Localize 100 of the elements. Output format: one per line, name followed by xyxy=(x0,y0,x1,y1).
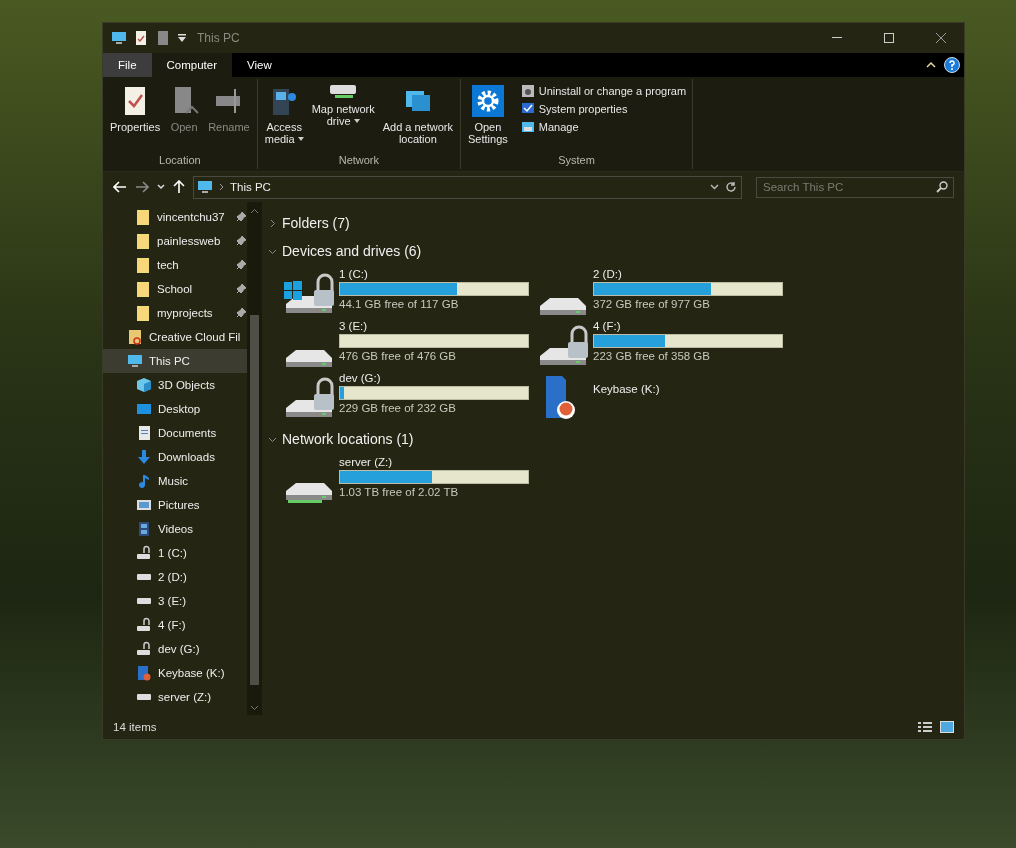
checkmark-document-icon xyxy=(133,30,149,46)
window-title: This PC xyxy=(197,31,241,45)
item-count: 14 items xyxy=(113,721,158,733)
search-field[interactable]: Search This PC xyxy=(756,176,954,198)
folder-icon xyxy=(135,233,151,249)
program-box-icon xyxy=(520,84,535,98)
locked-drive-icon xyxy=(136,617,152,633)
nav-item[interactable]: Music xyxy=(103,469,247,493)
search-icon xyxy=(936,180,948,193)
nav-item[interactable]: School xyxy=(103,277,247,301)
caret-icon xyxy=(297,137,304,141)
recent-locations-button[interactable] xyxy=(157,184,165,190)
cloud-folder-icon xyxy=(127,329,143,345)
scroll-down-icon[interactable] xyxy=(250,705,259,711)
computer-icon xyxy=(197,179,213,195)
nav-item[interactable]: Keybase (K:) xyxy=(103,661,247,685)
free-space: 372 GB free of 977 GB xyxy=(593,298,711,310)
nav-item[interactable]: 1 (C:) xyxy=(103,541,247,565)
pin-icon xyxy=(235,283,247,295)
nav-item[interactable]: 3 (E:) xyxy=(103,589,247,613)
scrollbar-thumb[interactable] xyxy=(250,314,259,685)
free-space: 44.1 GB free of 117 GB xyxy=(339,298,460,310)
computer-management-icon xyxy=(520,120,535,134)
pin-icon xyxy=(235,307,247,319)
nav-item[interactable]: server (Z:) xyxy=(103,685,247,709)
settings-icon xyxy=(471,85,504,117)
dropdown-icon xyxy=(177,33,187,43)
drive-name: Keybase (K:) xyxy=(593,383,661,395)
free-space: 229 GB free of 232 GB xyxy=(339,402,457,414)
group-label: System xyxy=(557,153,596,168)
drive-icon xyxy=(136,598,152,604)
tiles-view-button[interactable] xyxy=(940,721,954,733)
close-icon xyxy=(936,33,946,43)
pin-icon xyxy=(235,235,247,247)
nav-item[interactable]: tech xyxy=(103,253,247,277)
minimize-icon xyxy=(832,37,842,39)
nav-item[interactable]: This PC xyxy=(103,349,247,373)
nav-item[interactable]: 3D Objects xyxy=(103,373,247,397)
scroll-up-icon[interactable] xyxy=(250,208,259,214)
ribbon-button[interactable]: Properties xyxy=(107,83,164,152)
nav-item[interactable]: Desktop xyxy=(103,397,247,421)
ribbon-button[interactable]: Map network drive xyxy=(308,83,378,152)
nav-item[interactable]: Videos xyxy=(103,517,247,541)
ribbon-tab[interactable]: Computer xyxy=(151,53,233,77)
film-icon xyxy=(136,521,152,537)
refresh-icon xyxy=(725,181,737,193)
ribbon-button[interactable]: Add a network location xyxy=(379,83,456,152)
folder-icon xyxy=(135,281,151,297)
download-arrow-icon xyxy=(136,449,152,465)
locked-drive-icon xyxy=(136,641,152,657)
ribbon-button[interactable]: Open Settings xyxy=(465,83,511,152)
nav-item[interactable]: Creative Cloud Fil xyxy=(103,325,247,349)
drive-name: 1 (C:) xyxy=(339,268,369,280)
dropdown-icon xyxy=(710,184,719,190)
ribbon-menu-item[interactable]: Uninstall or change a program xyxy=(518,83,689,99)
drive-icon xyxy=(136,574,152,580)
details-view-button[interactable] xyxy=(918,721,932,733)
nav-item[interactable]: 2 (D:) xyxy=(103,565,247,589)
nav-item[interactable]: myprojects xyxy=(103,301,247,325)
nav-item[interactable]: Pictures xyxy=(103,493,247,517)
chevron-right-icon xyxy=(268,218,277,228)
locked-drive-icon xyxy=(136,545,152,561)
nav-item[interactable]: painlessweb xyxy=(103,229,247,253)
up-button[interactable] xyxy=(173,180,185,194)
section-header[interactable]: Folders (7) xyxy=(268,212,964,234)
nav-item[interactable]: dev (G:) xyxy=(103,637,247,661)
drive-name: 4 (F:) xyxy=(593,320,622,332)
pin-icon xyxy=(235,259,247,271)
drive-name: dev (G:) xyxy=(339,372,382,384)
folder-icon xyxy=(135,257,151,273)
ribbon-tab[interactable]: View xyxy=(232,53,287,77)
ribbon-menu-item[interactable]: Manage xyxy=(518,119,689,135)
address-bar[interactable]: This PC xyxy=(193,175,742,199)
forward-button[interactable] xyxy=(135,181,149,193)
back-button[interactable] xyxy=(113,181,127,193)
network-drive-icon xyxy=(329,85,358,99)
nav-item[interactable]: Downloads xyxy=(103,445,247,469)
chevron-up-icon xyxy=(926,61,936,69)
computer-icon xyxy=(127,353,143,369)
free-space: 223 GB free of 358 GB xyxy=(593,350,711,362)
cube-icon xyxy=(136,377,152,393)
monitor-check-icon xyxy=(520,102,535,116)
free-space: 1.03 TB free of 2.02 TB xyxy=(339,486,460,498)
nav-item[interactable]: Documents xyxy=(103,421,247,445)
section-header[interactable]: Network locations (1) xyxy=(268,428,964,450)
folder-icon xyxy=(135,305,151,321)
desktop-icon xyxy=(136,401,152,417)
ribbon-button[interactable]: Access media xyxy=(261,83,307,152)
keybase-drive-icon xyxy=(136,665,152,681)
group-label: Location xyxy=(158,153,202,168)
section-header[interactable]: Devices and drives (6) xyxy=(268,240,964,262)
group-label: Network xyxy=(337,153,381,168)
nav-item[interactable]: 4 (F:) xyxy=(103,613,247,637)
chevron-icon xyxy=(219,183,224,191)
document-icon xyxy=(136,425,152,441)
ribbon-menu-item[interactable]: System properties xyxy=(518,101,689,117)
ribbon-tab[interactable]: File xyxy=(103,53,152,77)
help-icon xyxy=(944,57,960,73)
nav-item[interactable]: vincentchu37 xyxy=(103,205,247,229)
pin-icon xyxy=(235,211,247,223)
